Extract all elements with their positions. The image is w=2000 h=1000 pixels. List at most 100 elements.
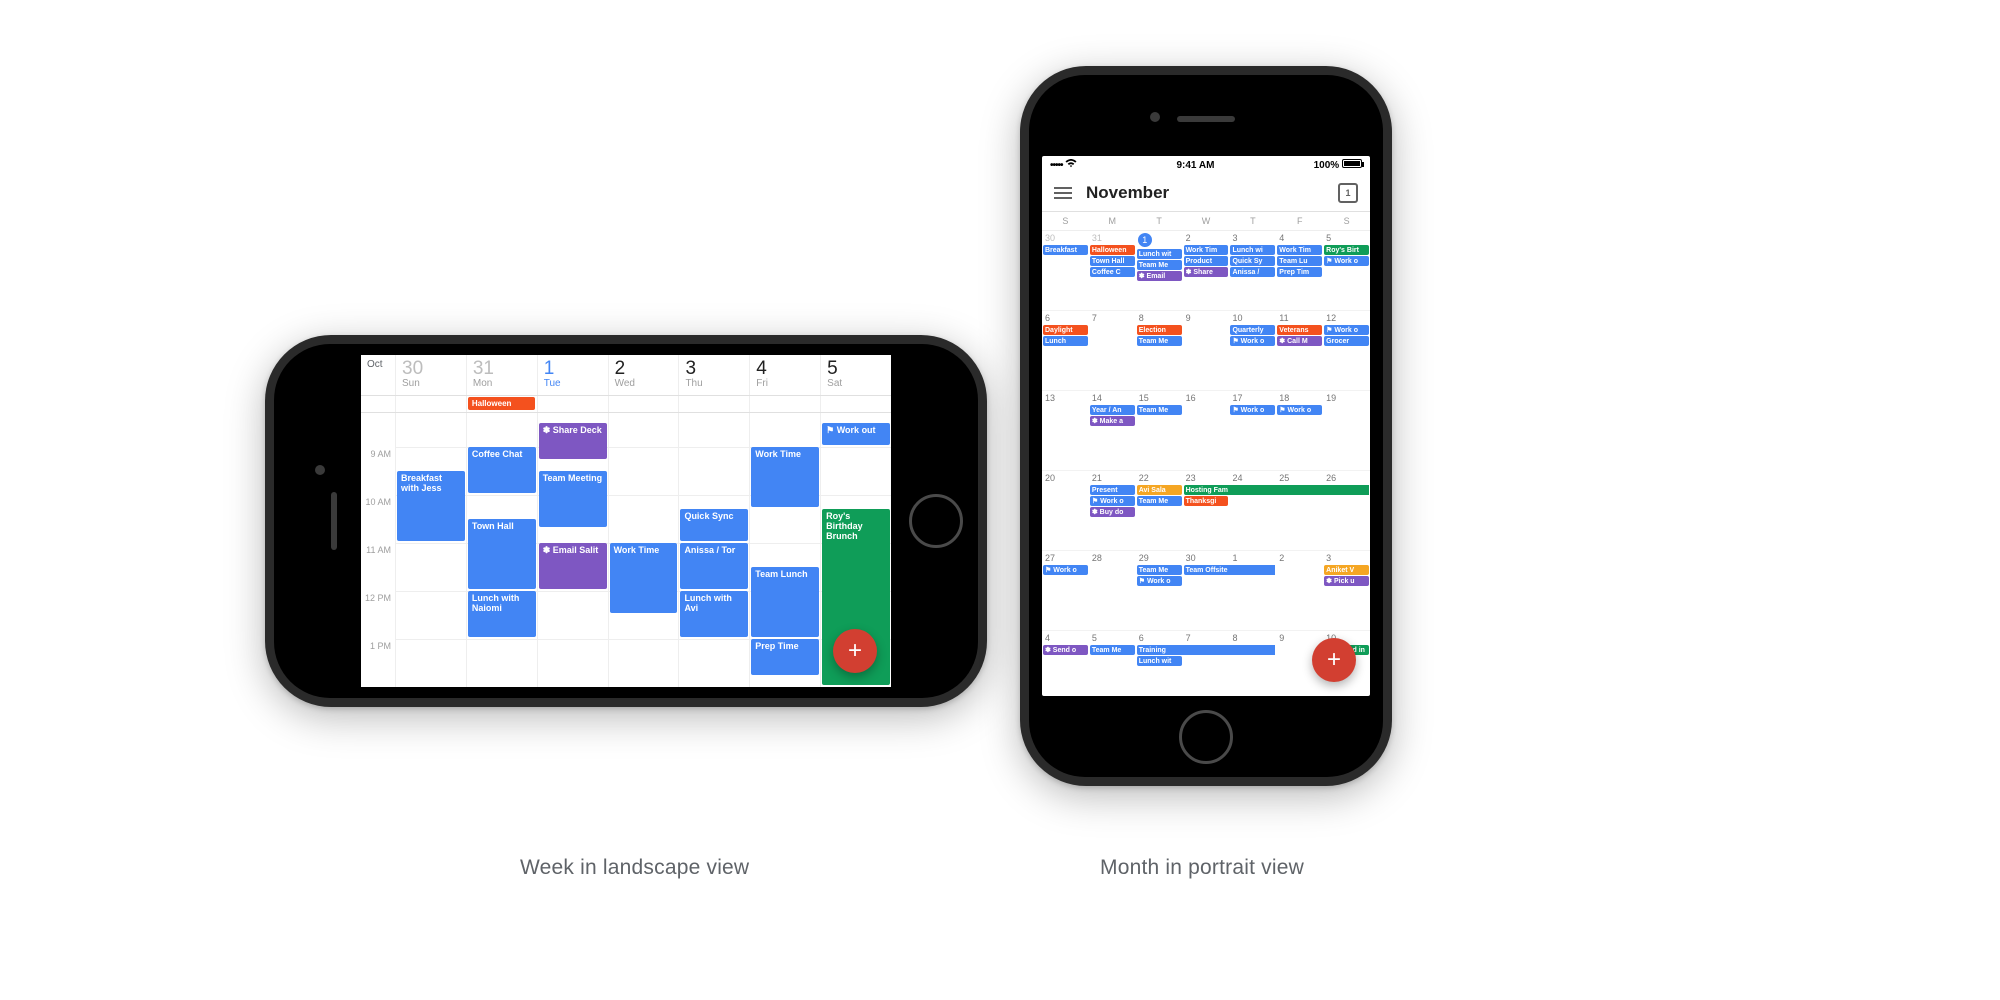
allday-event[interactable]: Halloween <box>468 397 535 410</box>
month-day-cell[interactable]: 7 <box>1089 311 1136 390</box>
month-day-cell[interactable]: 13 <box>1042 391 1089 470</box>
calendar-event[interactable]: Anissa / Tor <box>680 543 748 589</box>
month-event-chip[interactable] <box>1228 645 1275 655</box>
month-day-cell[interactable]: 8 <box>1229 631 1276 696</box>
home-button[interactable] <box>909 494 963 548</box>
month-event-chip[interactable] <box>1275 485 1322 495</box>
calendar-event[interactable]: Coffee Chat <box>468 447 536 493</box>
month-day-cell[interactable]: 2Work TimProduct✽ Share <box>1183 231 1230 310</box>
month-event-chip[interactable]: Daylight <box>1043 325 1088 335</box>
month-event-chip[interactable]: ✽ Email <box>1137 271 1182 281</box>
month-day-cell[interactable]: 7 <box>1183 631 1230 696</box>
month-event-chip[interactable]: ⚑ Work o <box>1043 565 1088 575</box>
month-day-cell[interactable]: 6DaylightLunch <box>1042 311 1089 390</box>
week-day-header[interactable]: 3 Thu <box>678 355 749 395</box>
month-event-chip[interactable]: Team Me <box>1137 260 1182 270</box>
allday-cell[interactable]: Halloween <box>466 396 537 412</box>
month-event-chip[interactable]: Team Me <box>1137 405 1182 415</box>
month-day-cell[interactable]: 26 <box>1323 471 1370 550</box>
month-day-cell[interactable]: 21Present⚑ Work o✽ Buy do <box>1089 471 1136 550</box>
month-day-cell[interactable]: 1Lunch witTeam Me✽ Email <box>1136 231 1183 310</box>
week-day-header[interactable]: 4 Fri <box>749 355 820 395</box>
calendar-event[interactable]: Prep Time <box>751 639 819 675</box>
month-event-chip[interactable]: Lunch <box>1043 336 1088 346</box>
calendar-event[interactable]: ✽ Share Deck <box>539 423 607 459</box>
month-event-chip[interactable]: ⚑ Work o <box>1230 336 1275 346</box>
calendar-event[interactable]: Lunch with Naiomi <box>468 591 536 637</box>
month-day-cell[interactable]: 9 <box>1183 311 1230 390</box>
allday-cell[interactable] <box>537 396 608 412</box>
week-column[interactable]: Work TimeTeam LunchPrep Time <box>749 413 820 687</box>
allday-cell[interactable] <box>678 396 749 412</box>
month-event-chip[interactable]: Lunch wi <box>1230 245 1275 255</box>
month-day-cell[interactable]: 28 <box>1089 551 1136 630</box>
month-day-cell[interactable]: 3Lunch wiQuick SyAnissa / <box>1229 231 1276 310</box>
month-event-chip[interactable]: Team Me <box>1137 565 1182 575</box>
month-event-chip[interactable]: Roy's Birt <box>1324 245 1369 255</box>
month-event-chip[interactable]: ✽ Send o <box>1043 645 1088 655</box>
month-day-cell[interactable]: 4Work TimTeam LuPrep Tim <box>1276 231 1323 310</box>
month-event-chip[interactable]: Avi Sala <box>1137 485 1182 495</box>
month-event-chip[interactable]: Town Hall <box>1090 256 1135 266</box>
month-event-chip[interactable]: Hosting Family for Thanksgiving <box>1184 485 1231 495</box>
week-day-header[interactable]: 2 Wed <box>608 355 679 395</box>
month-event-chip[interactable]: ✽ Share <box>1184 267 1229 277</box>
month-day-cell[interactable]: 17⚑ Work o <box>1229 391 1276 470</box>
calendar-event[interactable]: Town Hall <box>468 519 536 589</box>
month-grid[interactable]: 30Breakfast31HalloweenTown HallCoffee C1… <box>1042 231 1370 696</box>
month-day-cell[interactable]: 11Veterans✽ Call M <box>1276 311 1323 390</box>
month-event-chip[interactable]: ⚑ Work o <box>1277 405 1322 415</box>
calendar-event[interactable]: ✽ Email Salit <box>539 543 607 589</box>
month-event-chip[interactable]: Team Me <box>1137 496 1182 506</box>
week-columns[interactable]: Breakfast with JessCoffee ChatTown HallL… <box>395 413 891 687</box>
month-day-cell[interactable]: 10Quarterly⚑ Work o <box>1229 311 1276 390</box>
month-event-chip[interactable]: Grocer <box>1324 336 1369 346</box>
month-event-chip[interactable]: Election <box>1137 325 1182 335</box>
month-day-cell[interactable]: 6TrainingLunch wit <box>1136 631 1183 696</box>
month-event-chip[interactable]: Product <box>1184 256 1229 266</box>
month-day-cell[interactable]: 19 <box>1323 391 1370 470</box>
month-event-chip[interactable]: Anissa / <box>1230 267 1275 277</box>
month-event-chip[interactable]: Work Tim <box>1184 245 1229 255</box>
calendar-event[interactable]: Breakfast with Jess <box>397 471 465 541</box>
month-event-chip[interactable]: Team Offsite <box>1184 565 1231 575</box>
month-event-chip[interactable] <box>1322 485 1369 495</box>
month-event-chip[interactable]: Coffee C <box>1090 267 1135 277</box>
month-day-cell[interactable]: 14Year / An✽ Make a <box>1089 391 1136 470</box>
month-event-chip[interactable]: Aniket V <box>1324 565 1369 575</box>
month-day-cell[interactable]: 18⚑ Work o <box>1276 391 1323 470</box>
month-day-cell[interactable]: 4✽ Send o <box>1042 631 1089 696</box>
month-day-cell[interactable]: 30Breakfast <box>1042 231 1089 310</box>
month-event-chip[interactable]: ⚑ Work o <box>1090 496 1135 506</box>
month-day-cell[interactable]: 16 <box>1183 391 1230 470</box>
week-column[interactable]: Coffee Chat Town HallLunch with Naiomi <box>466 413 537 687</box>
calendar-event[interactable]: Team Meeting <box>539 471 607 527</box>
calendar-week-view[interactable]: Oct 30 Sun31 Mon1 Tue2 Wed3 Thu4 Fri5 Sa… <box>361 355 891 687</box>
month-day-cell[interactable]: 1 <box>1229 551 1276 630</box>
month-day-cell[interactable]: 30Team Offsite <box>1183 551 1230 630</box>
week-grid[interactable]: 9 AM10 AM11 AM12 PM1 PM Breakfast with J… <box>361 413 891 687</box>
month-event-chip[interactable]: ⚑ Work o <box>1230 405 1275 415</box>
calendar-event[interactable]: Work Time <box>751 447 819 507</box>
month-event-chip[interactable]: ⚑ Work o <box>1324 325 1369 335</box>
calendar-event[interactable]: ⚑ Work out <box>822 423 890 445</box>
month-event-chip[interactable]: Halloween <box>1090 245 1135 255</box>
allday-cell[interactable] <box>749 396 820 412</box>
calendar-event[interactable]: Lunch with Avi <box>680 591 748 637</box>
month-event-chip[interactable]: ✽ Pick u <box>1324 576 1369 586</box>
menu-icon[interactable] <box>1054 187 1072 199</box>
month-day-cell[interactable]: 5Team Me <box>1089 631 1136 696</box>
month-event-chip[interactable]: Team Me <box>1137 336 1182 346</box>
month-event-chip[interactable]: Prep Tim <box>1277 267 1322 277</box>
month-event-chip[interactable]: Quarterly <box>1230 325 1275 335</box>
month-day-cell[interactable]: 27⚑ Work o <box>1042 551 1089 630</box>
month-event-chip[interactable]: Breakfast <box>1043 245 1088 255</box>
month-day-cell[interactable]: 25 <box>1276 471 1323 550</box>
week-column[interactable]: ✽ Share Deck Team Meeting ✽ Email Salit <box>537 413 608 687</box>
week-column[interactable]: Breakfast with Jess <box>395 413 466 687</box>
month-day-cell[interactable]: 24 <box>1229 471 1276 550</box>
month-event-chip[interactable] <box>1228 565 1275 575</box>
month-event-chip[interactable]: Veterans <box>1277 325 1322 335</box>
month-event-chip[interactable]: Year / An <box>1090 405 1135 415</box>
month-title[interactable]: November <box>1086 183 1324 203</box>
